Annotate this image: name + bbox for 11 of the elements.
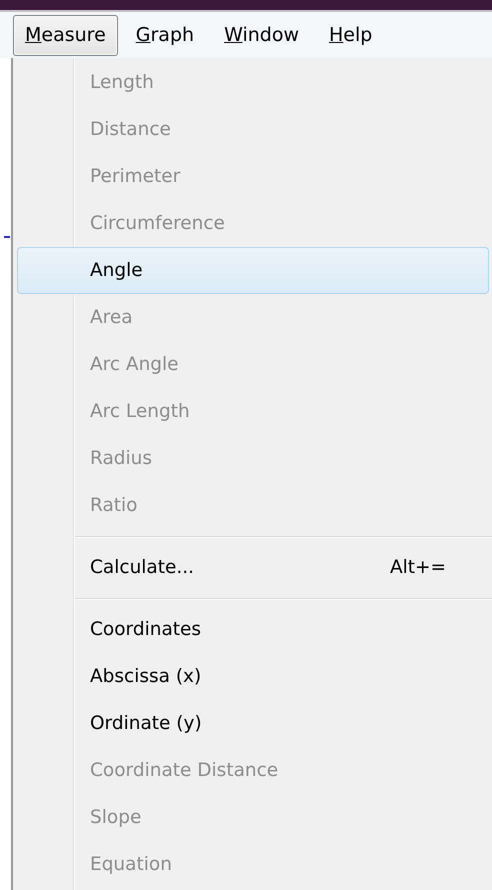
menu-item[interactable]: Calculate... Alt+= [17, 544, 489, 591]
shortcut-label: Alt+= [390, 557, 446, 578]
menu-item[interactable]: Abscissa (x) [17, 653, 489, 700]
menu-item[interactable]: Angle [17, 247, 489, 294]
menu-bar-item[interactable]: Graph [124, 14, 206, 56]
menu-item[interactable]: Ordinate (y) [17, 700, 489, 747]
menu-bar-item[interactable]: Help [316, 14, 384, 56]
menu-bar-item[interactable]: Measure [13, 14, 118, 56]
menu-bar-item[interactable]: Window [212, 14, 311, 56]
line-segment [4, 236, 10, 238]
menu-item[interactable]: Coordinates [17, 606, 489, 653]
